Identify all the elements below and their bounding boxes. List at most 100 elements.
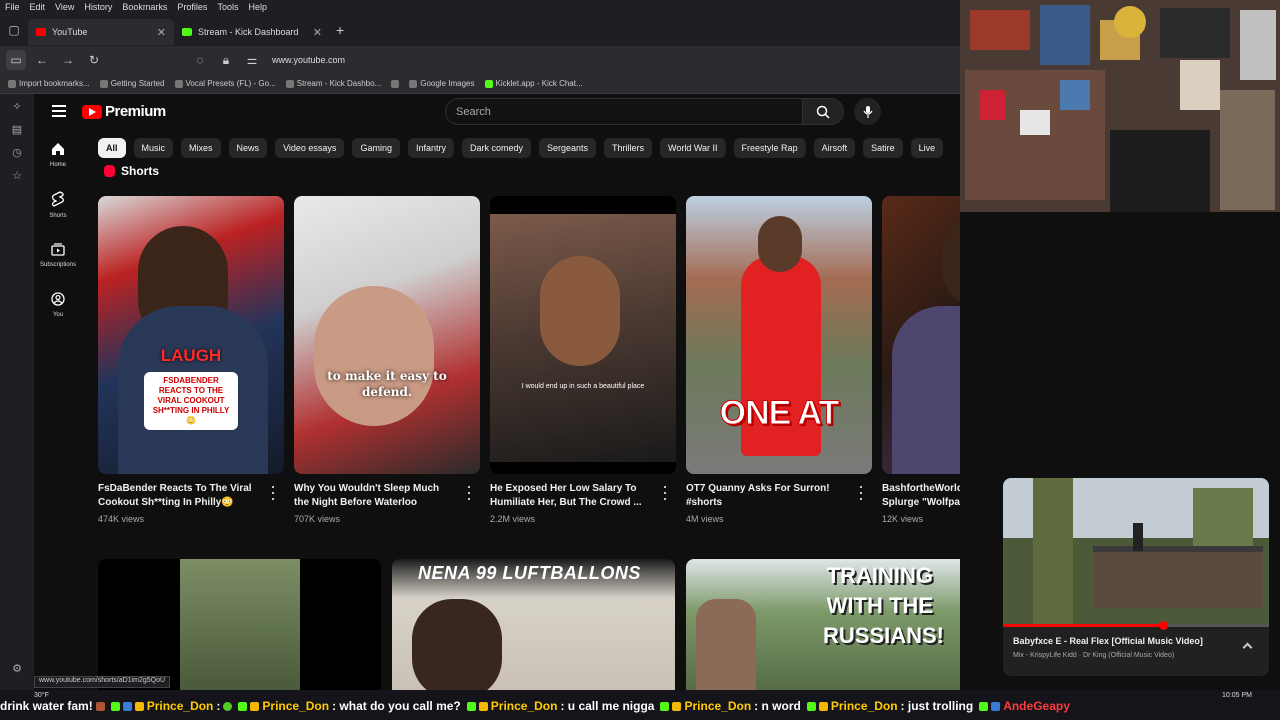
guide-home[interactable]: Home xyxy=(34,130,82,180)
guide-label: Home xyxy=(49,162,66,168)
workspaces-icon[interactable]: ▢ xyxy=(0,16,28,44)
chip-mixes[interactable]: Mixes xyxy=(181,138,221,158)
menu-file[interactable]: File xyxy=(5,2,20,12)
bookmark-google-images[interactable]: Google Images xyxy=(409,79,475,88)
bookmark-kicklet[interactable]: Kicklet.app - Kick Chat... xyxy=(484,79,583,88)
chip-news[interactable]: News xyxy=(228,138,268,158)
short-views: 474K views xyxy=(98,514,145,524)
taskbar-clock[interactable]: 10:05 PM xyxy=(1222,692,1252,699)
guide-subscriptions[interactable]: Subscriptions xyxy=(34,230,82,280)
bookmark-vocal-presets[interactable]: Vocal Presets (FL) - Go... xyxy=(174,79,276,88)
sub-badge-icon xyxy=(478,701,488,711)
short-title[interactable]: FsDaBender Reacts To The Viral Cookout S… xyxy=(98,482,258,510)
video-overlay-text: TRAINING WITH THE RUSSIANS! xyxy=(823,563,945,648)
kick-badge-icon xyxy=(466,701,476,711)
short-title[interactable]: He Exposed Her Low Salary To Humiliate H… xyxy=(490,482,650,510)
bookmark-import[interactable]: Import bookmarks... xyxy=(8,79,90,88)
youtube-favicon-icon xyxy=(36,28,46,36)
progress-knob[interactable] xyxy=(1158,621,1168,630)
chip-music[interactable]: Music xyxy=(133,138,174,158)
short-card[interactable]: ONE AT OT7 Quanny Asks For Surron! #shor… xyxy=(686,196,872,524)
chip-satire[interactable]: Satire xyxy=(863,138,903,158)
chat-message: Prince_Don : what do you call me? xyxy=(238,699,461,713)
more-options-icon[interactable] xyxy=(268,486,278,500)
lock-icon[interactable]: 🔒︎ xyxy=(216,50,236,70)
settings-icon[interactable]: ⚙ xyxy=(12,662,22,675)
more-options-icon[interactable] xyxy=(856,486,866,500)
menu-profiles[interactable]: Profiles xyxy=(177,2,207,12)
short-title[interactable]: OT7 Quanny Asks For Surron! #shorts xyxy=(686,482,846,510)
tab-youtube[interactable]: YouTube ✕ xyxy=(28,19,174,45)
menu-edit[interactable]: Edit xyxy=(30,2,46,12)
thumbnail-overlay-text: I would end up in such a beautiful place xyxy=(521,383,645,390)
chip-live[interactable]: Live xyxy=(910,138,944,158)
menu-history[interactable]: History xyxy=(84,2,112,12)
short-thumbnail[interactable]: ONE AT xyxy=(686,196,872,474)
new-tab-icon[interactable]: + xyxy=(336,22,344,38)
short-thumbnail[interactable]: LAUGH FSDABENDER REACTS TO THE VIRAL COO… xyxy=(98,196,284,474)
short-thumbnail[interactable]: OR xyxy=(882,196,960,474)
guide-you[interactable]: You xyxy=(34,280,82,330)
sidebar-toggle-icon[interactable]: ▭ xyxy=(6,50,26,70)
chip-thrillers[interactable]: Thrillers xyxy=(604,138,653,158)
video-thumbnail[interactable]: TRAINING WITH THE RUSSIANS! xyxy=(686,559,960,690)
miniplayer[interactable]: Babyfxce E - Real Flex [Official Music V… xyxy=(1003,478,1269,676)
chip-freestyle-rap[interactable]: Freestyle Rap xyxy=(733,138,806,158)
kick-badge-icon xyxy=(979,701,989,711)
site-settings-icon[interactable]: ⚌ xyxy=(242,50,262,70)
short-card[interactable]: I would end up in such a beautiful place… xyxy=(490,196,676,524)
video-thumbnail[interactable]: NENA 99 LUFTBALLONS xyxy=(392,559,675,690)
menu-tools[interactable]: Tools xyxy=(217,2,238,12)
close-tab-icon[interactable]: ✕ xyxy=(313,26,322,39)
chip-sergeants[interactable]: Sergeants xyxy=(538,138,597,158)
guide-shorts[interactable]: Shorts xyxy=(34,180,82,230)
menu-view[interactable]: View xyxy=(55,2,74,12)
short-title[interactable]: BashfortheWorld X Tommy SSG Splurge "Wol… xyxy=(882,482,960,510)
miniplayer-video[interactable] xyxy=(1003,478,1269,626)
emote-icon xyxy=(223,701,233,711)
shield-icon[interactable]: ◌ xyxy=(190,50,210,70)
chip-airsoft[interactable]: Airsoft xyxy=(813,138,856,158)
youtube-logo[interactable]: Premium xyxy=(82,103,166,120)
voice-search-button[interactable] xyxy=(854,98,881,125)
search-button[interactable] xyxy=(802,98,844,125)
chip-all[interactable]: All xyxy=(98,138,126,158)
video-thumbnail[interactable] xyxy=(98,559,381,690)
reading-list-icon[interactable]: ▤ xyxy=(12,123,22,136)
chip-world-war-ii[interactable]: World War II xyxy=(660,138,726,158)
chip-gaming[interactable]: Gaming xyxy=(352,138,400,158)
more-options-icon[interactable] xyxy=(660,486,670,500)
favorites-icon[interactable]: ☆ xyxy=(12,169,22,182)
ai-sparkle-icon[interactable]: ✧ xyxy=(12,100,21,113)
menu-icon[interactable] xyxy=(52,105,66,120)
expand-chevron-icon[interactable] xyxy=(1242,642,1253,653)
miniplayer-title[interactable]: Babyfxce E - Real Flex [Official Music V… xyxy=(1013,636,1203,646)
more-options-icon[interactable] xyxy=(464,486,474,500)
short-card[interactable]: to make it easy to defend. Why You Would… xyxy=(294,196,480,524)
close-tab-icon[interactable]: ✕ xyxy=(157,26,166,39)
bookmark-kick-dashboard[interactable]: Stream - Kick Dashbo... xyxy=(285,79,381,88)
bookmark-getting-started[interactable]: Getting Started xyxy=(99,79,165,88)
bookmark-icon xyxy=(174,79,183,88)
history-icon[interactable]: ◷ xyxy=(12,146,22,159)
url-field[interactable]: www.youtube.com xyxy=(272,55,345,65)
tab-kick-dashboard[interactable]: Stream - Kick Dashboard ✕ xyxy=(174,19,330,45)
chip-video-essays[interactable]: Video essays xyxy=(275,138,345,158)
chip-dark-comedy[interactable]: Dark comedy xyxy=(461,138,531,158)
short-title[interactable]: Why You Wouldn't Sleep Much the Night Be… xyxy=(294,482,454,510)
short-card[interactable]: LAUGH FSDABENDER REACTS TO THE VIRAL COO… xyxy=(98,196,284,524)
bookmark-s[interactable] xyxy=(391,79,400,88)
reload-icon[interactable]: ↻ xyxy=(84,50,104,70)
search-input[interactable]: Search xyxy=(445,98,803,125)
chip-infantry[interactable]: Infantry xyxy=(407,138,454,158)
short-thumbnail[interactable]: to make it easy to defend. xyxy=(294,196,480,474)
back-icon[interactable]: ← xyxy=(32,50,52,70)
short-thumbnail[interactable]: I would end up in such a beautiful place xyxy=(490,196,676,474)
tab-title: Stream - Kick Dashboard xyxy=(198,27,299,37)
chat-username: Prince_Don xyxy=(262,699,330,713)
miniplayer-progress[interactable] xyxy=(1003,621,1269,630)
menu-help[interactable]: Help xyxy=(248,2,267,12)
short-card[interactable]: OR BashfortheWorld X Tommy SSG Splurge "… xyxy=(882,196,960,524)
menu-bookmarks[interactable]: Bookmarks xyxy=(122,2,167,12)
forward-icon[interactable]: → xyxy=(58,50,78,70)
